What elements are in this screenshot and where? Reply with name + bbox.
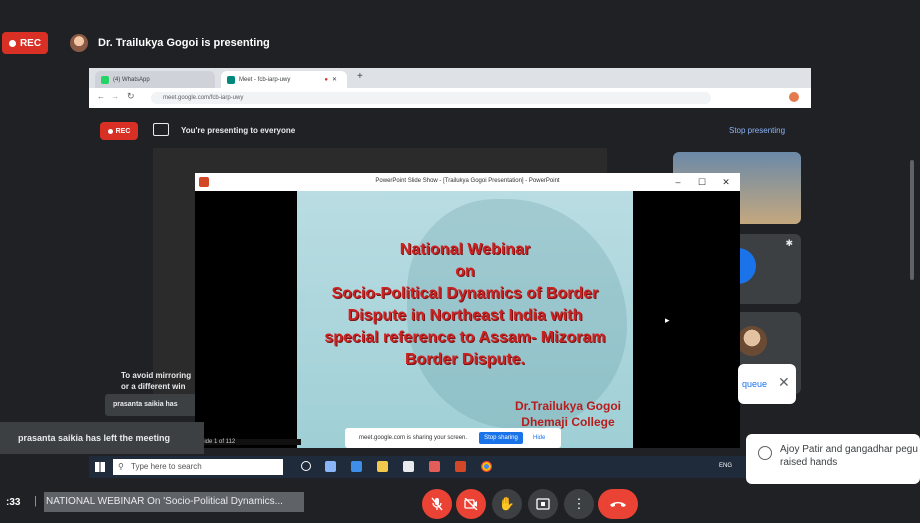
clock: :33 [6,497,21,508]
raised-hands-text: Ajoy Patir and gangadhar pegu raised han… [780,444,918,468]
meet-icon [227,75,235,84]
slide: National Webinar on Socio-Political Dyna… [297,191,633,448]
presenting-notice: You're presenting to everyone [181,126,296,135]
mouse-cursor-icon: ▸ [665,315,670,325]
maximize-button[interactable]: ☐ [693,176,711,188]
screen-share-bar: meet.google.com is sharing your screen. … [345,428,561,448]
scrollbar[interactable] [910,160,914,280]
minimize-button[interactable]: – [669,176,687,188]
edge-icon[interactable] [351,461,362,472]
end-call-icon [610,502,626,507]
profile-avatar[interactable] [789,92,799,102]
task-view-icon[interactable] [325,461,336,472]
raised-hands-notification[interactable]: Ajoy Patir and gangadhar pegu raised han… [746,434,920,484]
share-notice: meet.google.com is sharing your screen. [359,435,468,441]
stop-presenting-button[interactable]: Stop presenting [729,126,785,135]
mirror-warning: To avoid mirroring or a different win [121,370,191,392]
inner-recording-badge: REC [100,122,138,140]
cortana-icon[interactable] [301,461,311,471]
present-now-icon [536,498,550,510]
queue-label[interactable]: queue [742,379,767,389]
mirror-warning-line: or a different win [121,382,186,391]
forward-icon[interactable]: → [111,92,119,101]
tab-label: Meet - fcb-iarp-uwy [239,76,291,83]
stop-sharing-button[interactable]: Stop sharing [479,432,523,444]
inner-leave-toast: prasanta saikia has [105,394,199,416]
whatsapp-icon [101,75,109,84]
slide-author: Dr.Trailukya Gogoi Dhemaji College [515,398,621,430]
search-placeholder: Type here to search [131,462,202,471]
more-options-button[interactable]: ⋮ [564,489,594,519]
slide-title-line: Border Dispute. [404,351,525,368]
camera-off-button[interactable] [456,489,486,519]
browser-tab-bar: (4) WhatsApp Meet - fcb-iarp-uwy ● ✕ + [89,68,811,88]
meeting-name: NATIONAL WEBINAR On 'Socio-Political Dyn… [44,492,304,512]
browser-toolbar: ← → ↻ meet.google.com/fcb-iarp-uwy [89,88,811,108]
queue-close-icon[interactable]: ✕ [778,374,790,391]
hide-button[interactable]: Hide [533,435,545,441]
camera-off-icon [464,498,478,510]
search-icon: ⚲ [118,462,124,471]
mic-muted-icon: ✱ [785,238,793,248]
participant-avatar [737,326,767,356]
more-options-icon: ⋮ [572,496,586,511]
mic-off-icon [431,497,443,511]
slide-title-line: National Webinar [399,241,531,258]
recording-label: REC [115,127,131,135]
back-icon[interactable]: ← [97,92,105,101]
present-screen-icon [153,123,169,136]
app-icon[interactable] [429,461,440,472]
reload-icon[interactable]: ↻ [127,91,135,102]
powerpoint-taskbar-icon[interactable] [455,461,466,472]
raise-hand-icon [758,446,772,460]
window-title: PowerPoint Slide Show - [Trailukya Gogoi… [375,178,560,184]
browser-tab-meet[interactable]: Meet - fcb-iarp-uwy ● ✕ [221,71,347,88]
powerpoint-window: PowerPoint Slide Show - [Trailukya Gogoi… [195,173,740,448]
recording-badge: REC [2,32,48,54]
slide-title-line: special reference to Assam- Mizoram [324,329,606,346]
address-bar[interactable]: meet.google.com/fcb-iarp-uwy [151,92,711,104]
separator: | [34,495,37,507]
close-button[interactable]: ✕ [717,176,735,188]
file-explorer-icon[interactable] [377,461,388,472]
slide-title: National Webinar on Socio-Political Dyna… [297,239,633,371]
taskbar-search[interactable]: ⚲ Type here to search [113,459,283,475]
recording-label: REC [19,37,42,49]
queue-notification: queue ✕ [738,364,796,404]
mirror-warning-line: To avoid mirroring [121,371,192,380]
tab-close-icon[interactable]: ✕ [332,76,337,83]
windows-taskbar: ⚲ Type here to search ENG [89,456,748,478]
record-dot-icon [107,128,113,134]
present-now-button[interactable] [528,489,558,519]
presenter-status: Dr. Trailukya Gogoi is presenting [98,37,270,49]
mic-off-button[interactable] [422,489,452,519]
raise-hand-button[interactable]: ✋ [492,489,522,519]
slide-title-line: on [455,263,475,280]
record-dot-icon [8,39,16,47]
new-tab-button[interactable]: + [357,71,363,82]
slide-title-line: Dispute in Northeast India with [347,307,583,324]
slide-title-line: Socio-Political Dynamics of Border [331,285,599,302]
store-icon[interactable] [403,461,414,472]
end-call-button[interactable] [598,489,638,519]
tab-label: (4) WhatsApp [113,76,150,83]
left-meeting-toast: prasanta saikia has left the meeting [0,422,204,454]
author-name: Dr.Trailukya Gogoi [514,399,621,413]
windows-start-icon[interactable] [95,462,105,472]
powerpoint-title-bar: PowerPoint Slide Show - [Trailukya Gogoi… [195,173,740,191]
recording-dot-icon: ● [324,76,328,83]
slide-counter: Slide 1 of 112 [195,439,301,445]
raise-hand-icon: ✋ [498,496,516,511]
chrome-icon[interactable] [481,461,492,472]
presenter-avatar [70,34,88,52]
browser-tab-whatsapp[interactable]: (4) WhatsApp [95,71,215,88]
language-indicator[interactable]: ENG [719,463,732,469]
